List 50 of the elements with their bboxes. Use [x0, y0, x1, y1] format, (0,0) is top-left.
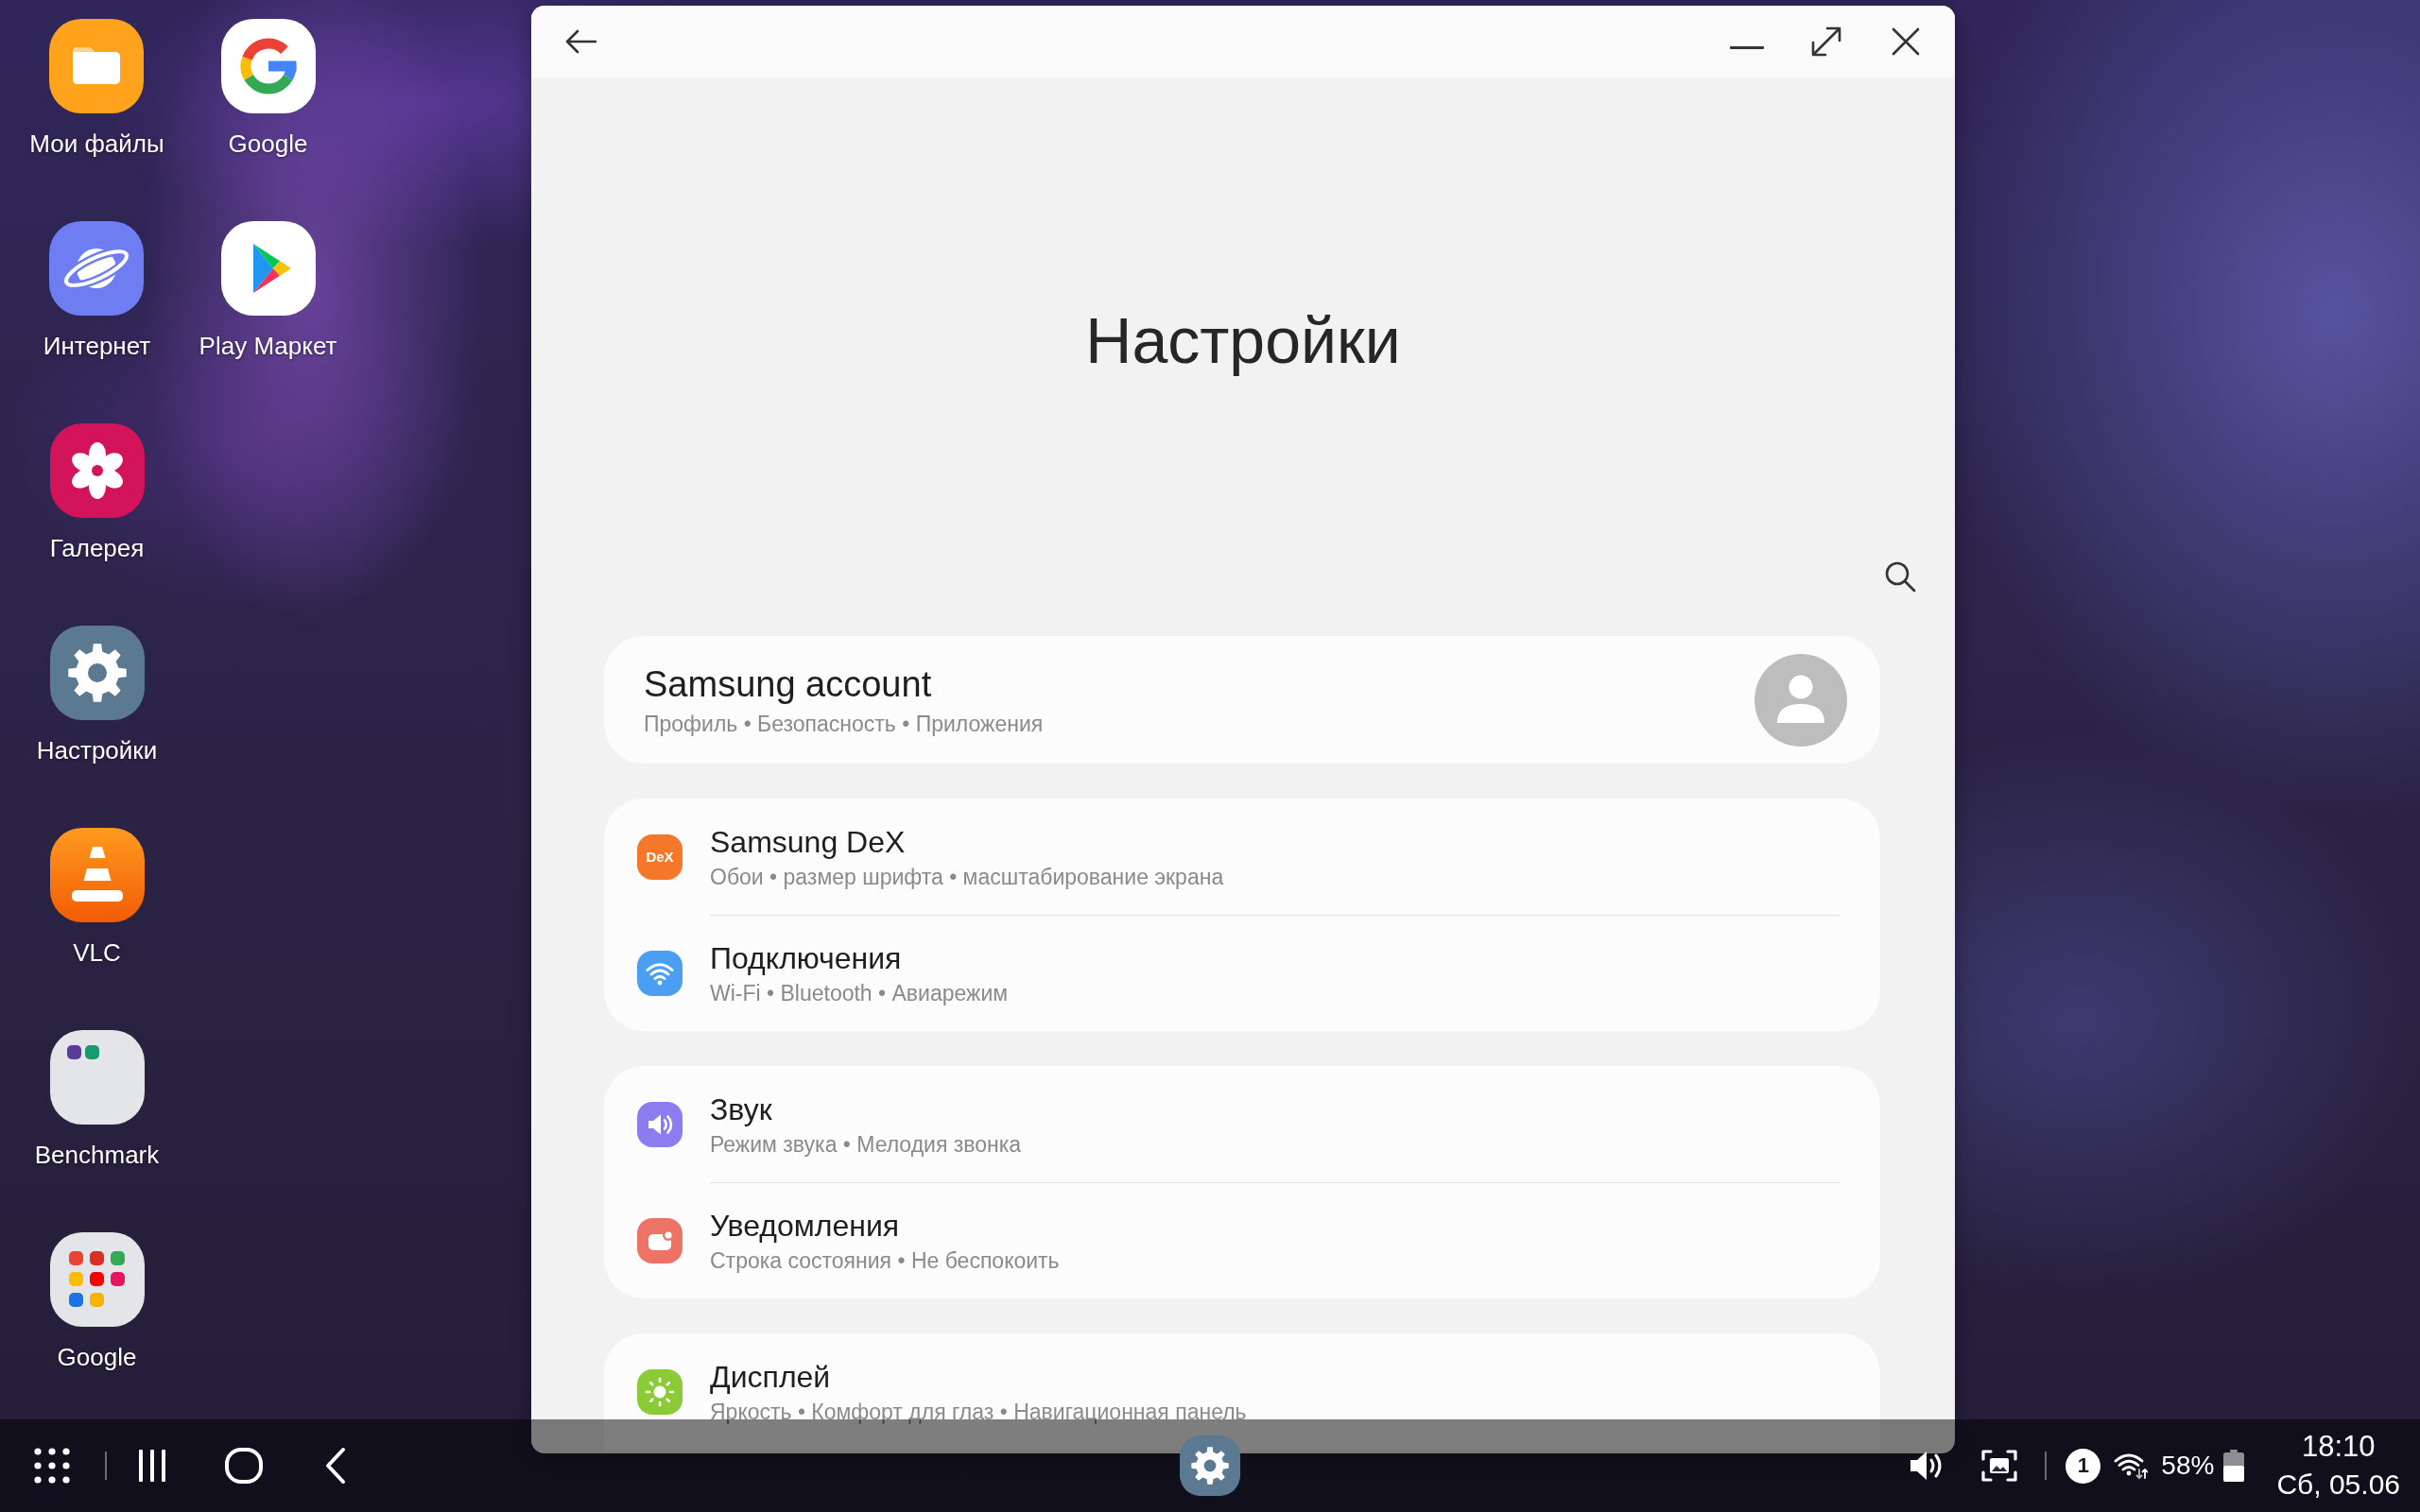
clock-date: Сб, 05.06	[2276, 1468, 2400, 1502]
setting-subtitle: Обои • размер шрифта • масштабирование экрана	[710, 863, 1224, 890]
app-shortcut[interactable]: Play Маркет	[199, 221, 337, 360]
account-card[interactable]: Samsung account Профиль • Безопасность • Приложения	[604, 636, 1880, 764]
search-icon	[1884, 560, 1916, 593]
back-arrow-icon	[564, 28, 596, 55]
clock-time: 18:10	[2301, 1429, 2376, 1465]
back-icon	[325, 1447, 346, 1485]
battery-percent: 58%	[2161, 1451, 2215, 1481]
app-grid-icon	[34, 1448, 70, 1484]
app-shortcut[interactable]: Мои файлы	[29, 19, 164, 158]
dex-logo: DeX	[637, 833, 683, 880]
folder-icon	[49, 19, 145, 113]
avatar-icon	[1754, 653, 1847, 747]
close-icon	[1892, 27, 1920, 56]
setting-title[interactable]: Звук	[710, 1091, 772, 1127]
setting-subtitle: Wi-Fi • Bluetooth • Авиарежим	[710, 980, 1009, 1006]
speaker-icon	[1910, 1450, 1943, 1482]
app-shortcut[interactable]: Google	[49, 1232, 145, 1371]
letter-g-icon	[220, 19, 316, 113]
account-subtitle: Профиль • Безопасность • Приложения	[644, 711, 1044, 737]
setting-subtitle: Режим звука • Мелодия звонка	[710, 1130, 1022, 1158]
minimize-icon	[1730, 45, 1764, 49]
app-folder-icon	[49, 1232, 145, 1327]
page-title: Настройки	[1085, 303, 1401, 378]
battery-icon	[2223, 1450, 2245, 1482]
app-shortcut[interactable]: Benchmark	[34, 1030, 160, 1169]
recents-icon	[138, 1450, 166, 1482]
setting-title[interactable]: Samsung DeX	[710, 823, 906, 860]
app-shortcut[interactable]: Настройки	[36, 626, 158, 765]
setting-subtitle: Строка состояния • Не беспокоить	[710, 1247, 1060, 1274]
planet-icon	[49, 221, 145, 316]
screen-capture-icon	[1981, 1450, 2018, 1482]
app-shortcut[interactable]: VLC	[49, 828, 145, 967]
traffic-cone-icon	[49, 828, 145, 922]
app-folder-icon	[49, 1030, 145, 1125]
setting-title[interactable]: Подключения	[710, 940, 902, 976]
flower-icon	[49, 423, 145, 518]
app-shortcut[interactable]: Галерея	[49, 423, 145, 562]
setting-title[interactable]: Дисплей	[710, 1358, 831, 1395]
home-icon	[225, 1448, 263, 1484]
setting-title[interactable]: Уведомления	[710, 1208, 900, 1244]
notification-count: 1	[2066, 1448, 2101, 1484]
app-shortcut[interactable]: Интернет	[43, 221, 151, 360]
gear-icon	[49, 626, 145, 720]
app-shortcut[interactable]: Google	[220, 19, 316, 158]
maximize-icon	[1810, 26, 1842, 58]
wifi-signal-icon	[2114, 1452, 2149, 1480]
setting-subtitle: Яркость • Комфорт для глаз • Навигационная панель	[710, 1398, 1247, 1425]
account-title: Samsung account	[644, 663, 932, 706]
